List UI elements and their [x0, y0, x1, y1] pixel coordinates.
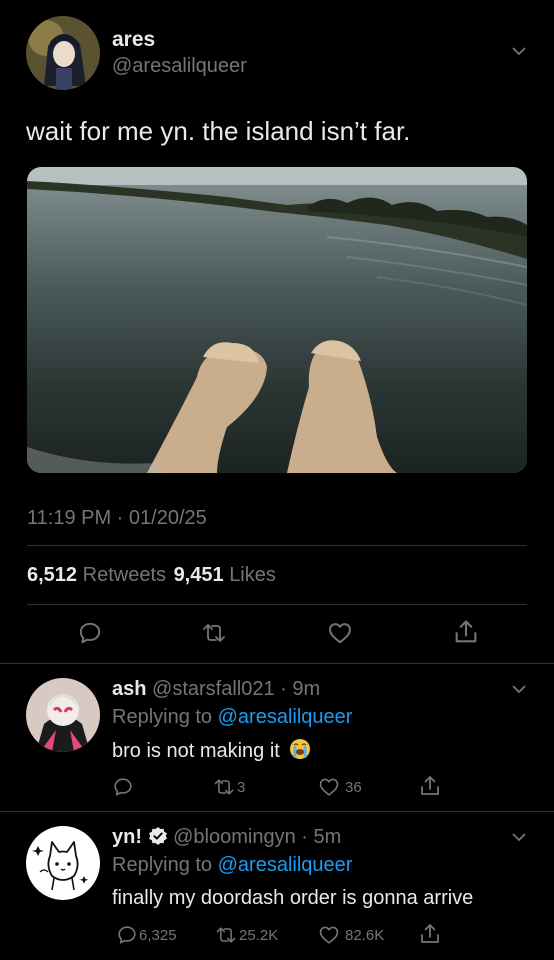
user-handle[interactable]: @aresalilqueer — [112, 55, 247, 78]
reply-header: ash @starsfall021 · 9m — [112, 678, 320, 701]
reply-button[interactable] — [112, 776, 138, 798]
reply-header: yn! @bloomingyn · 5m — [112, 826, 341, 849]
display-name[interactable]: ash — [112, 678, 146, 700]
avatar-ash[interactable] — [26, 678, 100, 752]
like-button[interactable] — [326, 620, 354, 646]
reply-icon — [114, 778, 132, 796]
replying-handle-link[interactable]: @aresalilqueer — [218, 706, 353, 728]
likes-count[interactable]: 9,451 — [174, 564, 224, 586]
like-button[interactable]: 36 — [317, 776, 362, 798]
reply-text-body: bro is not making it — [112, 740, 280, 762]
chevron-down-icon[interactable] — [512, 832, 526, 842]
share-button[interactable] — [418, 774, 442, 798]
reply-text: bro is not making it 😭 — [112, 738, 311, 763]
replying-prefix: Replying to — [112, 706, 213, 728]
retweet-button[interactable]: 25.2K — [214, 924, 278, 946]
replying-to: Replying to @aresalilqueer — [112, 706, 352, 729]
loudly-crying-face-icon — [290, 739, 311, 759]
retweet-count: 3 — [237, 778, 246, 796]
retweet-count: 25.2K — [239, 926, 279, 944]
avatar-ares[interactable] — [26, 16, 100, 90]
like-count: 36 — [345, 778, 362, 796]
like-icon — [319, 926, 339, 944]
reply-icon — [79, 622, 101, 644]
like-icon — [329, 623, 351, 644]
retweets-count[interactable]: 6,512 — [27, 564, 77, 586]
reply-button[interactable] — [77, 620, 103, 646]
reply-meta[interactable]: @bloomingyn · 5m — [173, 826, 341, 848]
like-icon — [319, 778, 339, 796]
display-name[interactable]: yn! — [112, 826, 142, 848]
tweet-text: wait for me yn. the island isn’t far. — [26, 116, 411, 146]
retweet-icon — [203, 624, 225, 642]
reply-icon — [118, 926, 136, 944]
share-icon — [421, 776, 439, 795]
share-button[interactable] — [452, 618, 480, 646]
tweet-stats: 6,512 Retweets 9,451 Likes — [27, 564, 276, 587]
retweet-icon — [214, 779, 234, 795]
replying-prefix: Replying to — [112, 854, 213, 876]
tweet-image[interactable] — [27, 167, 527, 473]
reply-button[interactable]: 6,325 — [116, 924, 177, 946]
chevron-down-icon[interactable] — [512, 46, 526, 56]
tweet-timestamp[interactable]: 11:19 PM · 01/20/25 — [27, 507, 207, 530]
verified-badge-icon — [148, 827, 167, 845]
retweet-icon — [216, 927, 236, 943]
display-name[interactable]: ares — [112, 28, 155, 52]
divider — [27, 545, 527, 546]
like-button[interactable]: 82.6K — [317, 924, 384, 946]
replying-handle-link[interactable]: @aresalilqueer — [218, 854, 353, 876]
reply-count: 6,325 — [139, 926, 177, 944]
retweet-button[interactable] — [200, 620, 228, 646]
retweet-button[interactable]: 3 — [212, 776, 245, 798]
reply-text: finally my doordash order is gonna arriv… — [112, 887, 474, 909]
divider — [0, 811, 554, 812]
retweets-label[interactable]: Retweets — [83, 564, 166, 586]
share-button[interactable] — [418, 922, 442, 946]
replying-to: Replying to @aresalilqueer — [112, 854, 352, 877]
share-icon — [455, 620, 477, 643]
divider — [0, 663, 554, 664]
divider — [27, 604, 527, 605]
likes-label[interactable]: Likes — [229, 564, 276, 586]
avatar-yn[interactable] — [26, 826, 100, 900]
chevron-down-icon[interactable] — [512, 684, 526, 694]
reply-meta[interactable]: @starsfall021 · 9m — [152, 678, 320, 700]
share-icon — [421, 924, 439, 943]
like-count: 82.6K — [345, 926, 385, 944]
